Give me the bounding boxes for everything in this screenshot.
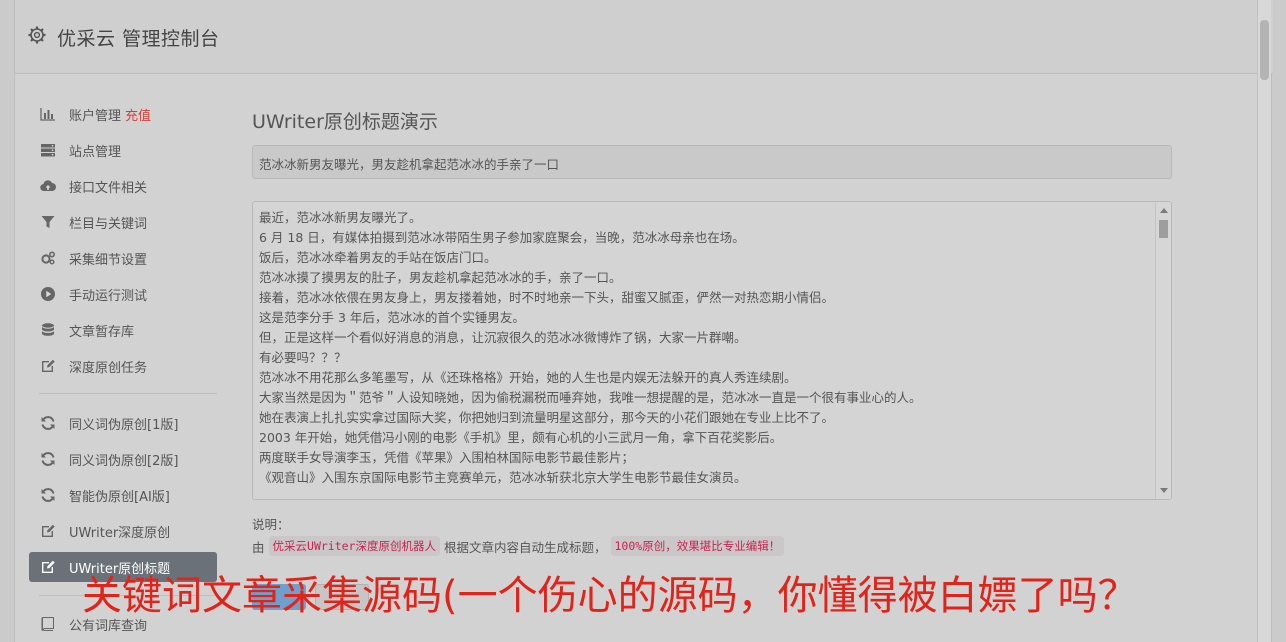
sidebar-item-account[interactable]: 账户管理 充值 <box>29 99 217 129</box>
sidebar-item-label: 智能伪原创[AI版] <box>69 489 170 505</box>
app-title: 优采云 管理控制台 <box>57 28 220 50</box>
sidebar-item-interface-files[interactable]: 接口文件相关 <box>29 171 217 201</box>
content-line: 大家当然是因为＂范爷＂人设知晓她，因为偷税漏税而唾弃她，我唯一想提醒的是，范冰冰… <box>259 390 922 405</box>
scroll-thumb[interactable] <box>1159 220 1168 238</box>
content-line: 两度联手女导演李玉，凭借《苹果》入围柏林国际电影节最佳影片； <box>259 450 635 465</box>
cogs-icon <box>39 249 57 267</box>
server-icon <box>39 141 57 159</box>
content-line: 但，正是这样一个看似好消息的消息，让沉寂很久的范冰冰微博炸了锅，大家一片群嘲。 <box>259 330 747 345</box>
sidebar-item-label: 手动运行测试 <box>69 288 148 304</box>
sidebar-item-label: 采集细节设置 <box>69 252 148 268</box>
book-icon <box>39 615 57 633</box>
note-prefix: 由 <box>252 539 265 555</box>
sidebar-item-sites[interactable]: 站点管理 <box>29 135 217 165</box>
edit-icon <box>39 357 57 375</box>
content-line: 6 月 18 日，有媒体拍摄到范冰冰带陌生男子参加家庭聚会，当晚，范冰冰母亲也在… <box>259 230 745 245</box>
bar-chart-icon <box>39 105 57 123</box>
content-line: 最近，范冰冰新男友曝光了。 <box>259 210 422 225</box>
refresh-icon <box>39 486 57 504</box>
database-icon <box>39 321 57 339</box>
recharge-link[interactable]: 充值 <box>125 105 151 124</box>
sidebar-item-label: 栏目与关键词 <box>69 216 148 232</box>
content-line: 接着，范冰冰依偎在男友身上，男友搂着她，时不时地亲一下头，甜蜜又腻歪，俨然一对热… <box>259 290 835 305</box>
sidebar-item-label: 账户管理 <box>69 108 122 124</box>
play-circle-icon <box>39 285 57 303</box>
content-line: 这是范李分手 3 年后，范冰冰的首个实锤男友。 <box>259 310 525 325</box>
content-line: 《观音山》入围东京国际电影节主竞赛单元，范冰冰斩获北京大学生电影节最佳女演员。 <box>259 470 747 485</box>
note-middle: 根据文章内容自动生成标题， <box>443 539 607 555</box>
sidebar-item-deep-original-task[interactable]: 深度原创任务 <box>29 351 217 381</box>
console-frame: 优采云 管理控制台 账户管理 充值 站点管理 接口文件相关 栏目与关键词 采集细… <box>14 0 1273 642</box>
sidebar-item-manual-run[interactable]: 手动运行测试 <box>29 279 217 309</box>
cloud-upload-icon <box>39 177 57 195</box>
sidebar-item-label: 同义词伪原创[2版] <box>69 453 179 469</box>
content-textarea[interactable]: 最近，范冰冰新男友曝光了。 6 月 18 日，有媒体拍摄到范冰冰带陌生男子参加家庭… <box>252 201 1172 500</box>
sidebar-item-label: 接口文件相关 <box>69 180 148 196</box>
watermark-overlay-text: 关键词文章采集源码(一个伤心的源码，你懂得被白嫖了吗？ <box>82 573 1138 619</box>
gear-icon <box>27 25 47 45</box>
sidebar-item-uwriter-deep[interactable]: UWriter深度原创 <box>29 516 217 546</box>
refresh-icon <box>39 450 57 468</box>
sidebar-divider <box>39 393 217 394</box>
page-scroll-thumb[interactable] <box>1260 20 1269 80</box>
sidebar-item-synonym-v2[interactable]: 同义词伪原创[2版] <box>29 444 217 474</box>
sidebar-item-label: 文章暂存库 <box>69 324 135 340</box>
note-quality-claim: 100%原创，效果堪比专业编辑！ <box>610 536 785 556</box>
top-bar: 优采云 管理控制台 <box>15 0 1273 74</box>
note-label: 说明： <box>252 517 290 532</box>
sidebar-item-synonym-v1[interactable]: 同义词伪原创[1版] <box>29 408 217 438</box>
content-text: 最近，范冰冰新男友曝光了。 6 月 18 日，有媒体拍摄到范冰冰带陌生男子参加家庭… <box>259 208 1149 488</box>
refresh-icon <box>39 414 57 432</box>
page-scrollbar[interactable] <box>1257 0 1271 642</box>
sidebar-item-label: 深度原创任务 <box>69 360 148 376</box>
content-line: 她在表演上扎扎实实拿过国际大奖，你把她归到流量明星这部分，那今天的小花们跟她在专… <box>259 410 835 425</box>
content-line: 范冰冰摸了摸男友的肚子，男友趁机拿起范冰冰的手，亲了一口。 <box>259 270 622 285</box>
edit-icon <box>39 558 57 576</box>
sidebar-item-collect-settings[interactable]: 采集细节设置 <box>29 243 217 273</box>
content-line: 有必要吗？？？ <box>259 350 347 365</box>
scroll-down-arrow-icon[interactable] <box>1160 488 1168 493</box>
sidebar-item-columns-keywords[interactable]: 栏目与关键词 <box>29 207 217 237</box>
title-input[interactable]: 范冰冰新男友曝光，男友趁机拿起范冰冰的手亲了一口 <box>252 145 1172 179</box>
page-title: UWriter原创标题演示 <box>252 111 438 133</box>
content-line: 范冰冰不用花那么多笔墨写，从《还珠格格》开始，她的人生也是内娱无法躲开的真人秀连… <box>259 370 797 385</box>
sidebar-item-label: UWriter深度原创 <box>69 525 171 541</box>
sidebar-item-ai-pseudo[interactable]: 智能伪原创[AI版] <box>29 480 217 510</box>
sidebar-item-article-store[interactable]: 文章暂存库 <box>29 315 217 345</box>
content-line: 2003 年开始，她凭借冯小刚的电影《手机》里，颇有心机的小三武月一角，拿下百花… <box>259 430 783 445</box>
content-line: 饭后，范冰冰牵着男友的手站在饭店门口。 <box>259 250 497 265</box>
note-robot-name: 优采云UWriter深度原创机器人 <box>268 536 440 556</box>
sidebar-item-label: 站点管理 <box>69 144 122 160</box>
scroll-up-arrow-icon[interactable] <box>1160 208 1168 213</box>
sidebar-item-label: 同义词伪原创[1版] <box>69 417 179 433</box>
note-line: 由 优采云UWriter深度原创机器人 根据文章内容自动生成标题， 100%原创… <box>252 536 785 556</box>
content-scrollbar[interactable] <box>1155 202 1171 499</box>
edit-icon <box>39 522 57 540</box>
filter-icon <box>39 213 57 231</box>
